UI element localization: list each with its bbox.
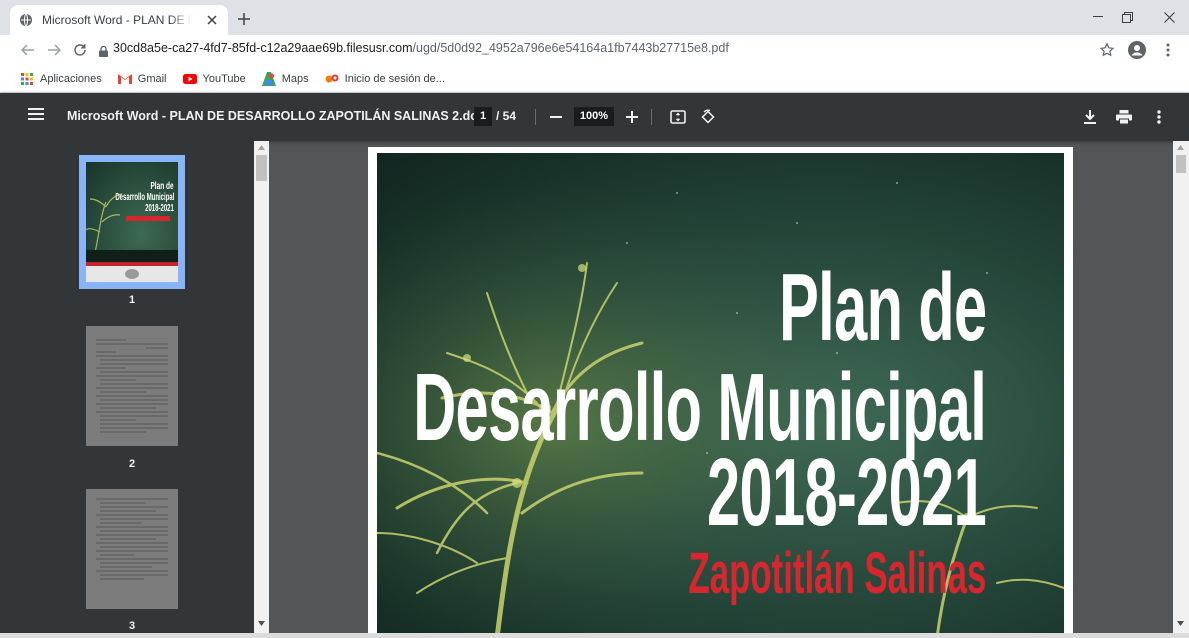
thumbnail-text-lines bbox=[96, 339, 168, 433]
reload-icon[interactable] bbox=[70, 40, 90, 60]
restore-icon[interactable] bbox=[1115, 6, 1139, 28]
thumbnail-number: 1 bbox=[128, 294, 136, 306]
thumbnail-page-2[interactable] bbox=[86, 326, 178, 446]
pdf-toolbar: Microsoft Word - PLAN DE DESARROLLO ZAPO… bbox=[0, 93, 1189, 141]
sidebar-scrollbar-thumb[interactable] bbox=[256, 155, 267, 181]
tab-title: Microsoft Word - PLAN DE DESARROLLO bbox=[42, 13, 192, 27]
scroll-up-icon[interactable] bbox=[1177, 145, 1184, 150]
profile-avatar-icon[interactable] bbox=[1127, 40, 1147, 60]
login-site-icon bbox=[325, 72, 339, 86]
thumbnail-page-1[interactable]: Plan de Desarrollo Municipal 2018-2021 bbox=[79, 155, 185, 289]
sidebar-menu-icon[interactable] bbox=[28, 107, 48, 127]
fit-to-page-icon[interactable] bbox=[668, 107, 688, 127]
status-strip bbox=[0, 633, 1189, 638]
thumb-cover-line2: Desarrollo Municipal bbox=[114, 192, 174, 203]
thumbnail-sidebar: Plan de Desarrollo Municipal 2018-2021 1… bbox=[0, 141, 269, 638]
bookmark-label: Inicio de sesión de... bbox=[344, 72, 445, 85]
rotate-icon[interactable] bbox=[698, 107, 718, 127]
new-tab-button[interactable] bbox=[234, 9, 254, 29]
bookmark-label: Aplicaciones bbox=[40, 72, 102, 85]
browser-tab[interactable]: Microsoft Word - PLAN DE DESARROLLO bbox=[10, 5, 228, 35]
thumb-cover-line3: 2018-2021 bbox=[145, 203, 174, 214]
divider bbox=[651, 109, 652, 125]
forward-arrow-icon[interactable] bbox=[44, 40, 64, 60]
apps-grid-icon bbox=[20, 72, 34, 86]
close-window-icon[interactable] bbox=[1157, 6, 1181, 28]
scroll-down-icon[interactable] bbox=[258, 621, 265, 626]
download-icon[interactable] bbox=[1080, 107, 1100, 127]
sidebar-scrollbar[interactable] bbox=[254, 141, 269, 638]
gmail-icon bbox=[117, 72, 132, 86]
thumbnail-number: 3 bbox=[128, 620, 136, 632]
bookmarks-bar: Aplicaciones Gmail YouTube Maps Inicio d… bbox=[0, 65, 1189, 93]
scroll-down-icon[interactable] bbox=[1177, 621, 1184, 626]
thumb-cover-subtitle-bar bbox=[126, 216, 170, 221]
close-icon[interactable] bbox=[204, 12, 220, 28]
cover-subtitle: Zapotitlán Salinas bbox=[688, 541, 986, 606]
cover-title-line1: Plan de bbox=[778, 254, 987, 361]
youtube-icon bbox=[182, 72, 197, 86]
url-path: /ugd/5d0d92_4952a796e6e54164a1fb7443b277… bbox=[412, 41, 729, 55]
thumb-cover-line1: Plan de bbox=[150, 181, 174, 192]
lock-icon[interactable] bbox=[99, 44, 108, 62]
bookmark-star-icon[interactable] bbox=[1097, 40, 1117, 60]
bookmark-gmail[interactable]: Gmail bbox=[117, 72, 167, 86]
document-title: Microsoft Word - PLAN DE DESARROLLO ZAPO… bbox=[67, 109, 492, 123]
bookmark-login[interactable]: Inicio de sesión de... bbox=[325, 72, 445, 86]
bookmark-youtube[interactable]: YouTube bbox=[182, 72, 246, 86]
thumbnail-text-lines bbox=[96, 498, 168, 580]
address-bar[interactable]: 30cd8a5e-ca27-4fd7-85fd-c12a29aae69b.fil… bbox=[113, 41, 729, 55]
thumbnail-number: 2 bbox=[128, 458, 136, 470]
page-total: / 54 bbox=[496, 109, 517, 123]
bookmark-maps[interactable]: Maps bbox=[261, 71, 309, 86]
bookmark-label: YouTube bbox=[202, 72, 246, 85]
page-number-input[interactable]: 1 bbox=[474, 107, 492, 126]
zoom-in-icon[interactable] bbox=[622, 107, 642, 127]
print-icon[interactable] bbox=[1114, 107, 1134, 127]
bookmark-label: Gmail bbox=[137, 72, 167, 85]
cover-image: Plan de Desarrollo Municipal 2018-2021 Z… bbox=[377, 153, 1064, 638]
more-options-icon[interactable] bbox=[1149, 107, 1169, 127]
thumbnail-page-3[interactable] bbox=[86, 489, 178, 609]
main-scrollbar-thumb[interactable] bbox=[1176, 155, 1186, 173]
globe-icon bbox=[18, 12, 34, 28]
cover-title-line3: 2018-2021 bbox=[706, 439, 987, 546]
minimize-icon[interactable] bbox=[1086, 6, 1110, 28]
back-arrow-icon[interactable] bbox=[18, 40, 38, 60]
bookmark-apps[interactable]: Aplicaciones bbox=[20, 72, 102, 86]
main-scrollbar[interactable] bbox=[1173, 141, 1189, 638]
browser-toolbar: 30cd8a5e-ca27-4fd7-85fd-c12a29aae69b.fil… bbox=[0, 35, 1189, 65]
browser-menu-icon[interactable] bbox=[1158, 40, 1178, 60]
divider bbox=[535, 109, 536, 125]
zoom-level-input[interactable]: 100% bbox=[574, 107, 614, 126]
tab-strip: Microsoft Word - PLAN DE DESARROLLO bbox=[0, 0, 1189, 35]
url-host: 30cd8a5e-ca27-4fd7-85fd-c12a29aae69b.fil… bbox=[113, 41, 413, 55]
zoom-out-icon[interactable] bbox=[546, 107, 566, 127]
scroll-up-icon[interactable] bbox=[258, 145, 265, 150]
bookmark-label: Maps bbox=[281, 72, 309, 85]
maps-icon bbox=[261, 71, 276, 86]
